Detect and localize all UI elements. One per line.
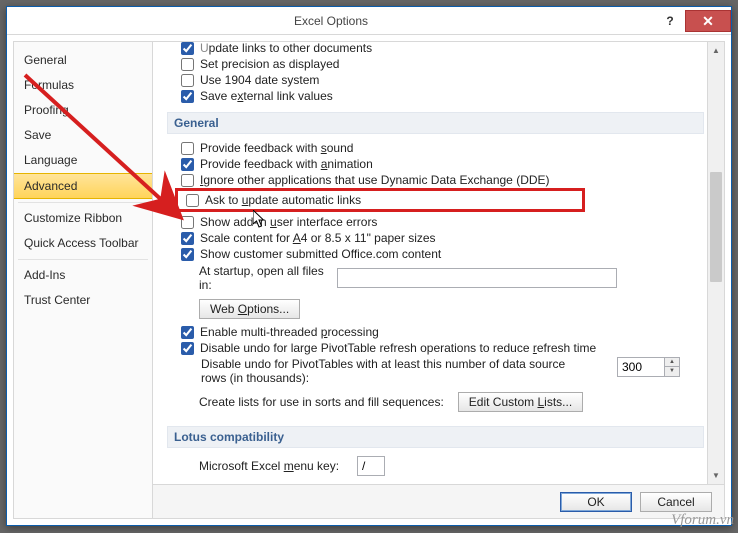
section-general: General — [167, 112, 704, 134]
btn-web-options[interactable]: Web Options... — [199, 299, 300, 319]
sidebar-item-language[interactable]: Language — [14, 148, 152, 173]
sidebar-item-advanced[interactable]: Advanced — [14, 173, 152, 199]
window-title: Excel Options — [7, 14, 655, 28]
section-lotus: Lotus compatibility — [167, 426, 704, 448]
spin-up-icon[interactable]: ▲ — [665, 358, 679, 367]
vertical-scrollbar[interactable]: ▲ ▼ — [707, 42, 724, 484]
lbl-disable-undo-rows: Disable undo for PivotTables with at lea… — [201, 357, 591, 385]
lbl-feedback-sound: Provide feedback with sound — [200, 141, 353, 155]
chk-ask-update-links[interactable] — [186, 194, 199, 207]
close-button[interactable]: ✕ — [685, 10, 731, 32]
lbl-create-lists: Create lists for use in sorts and fill s… — [199, 395, 444, 409]
lbl-use-1904: Use 1904 date system — [200, 73, 319, 87]
sidebar-item-formulas[interactable]: Formulas — [14, 73, 152, 98]
lbl-set-precision: Set precision as displayed — [200, 57, 339, 71]
chk-ignore-dde[interactable] — [181, 174, 194, 187]
scroll-down-icon[interactable]: ▼ — [708, 467, 724, 484]
lbl-ask-update-links: Ask to update automatic links — [205, 193, 361, 207]
input-disable-undo-rows[interactable] — [618, 358, 664, 376]
ok-button[interactable]: OK — [560, 492, 632, 512]
scroll-up-icon[interactable]: ▲ — [708, 42, 724, 59]
highlighted-option: Ask to update automatic links — [175, 188, 585, 212]
sidebar-item-general[interactable]: General — [14, 48, 152, 73]
category-sidebar: General Formulas Proofing Save Language … — [13, 41, 153, 519]
input-menu-key[interactable] — [357, 456, 385, 476]
sidebar-item-proofing[interactable]: Proofing — [14, 98, 152, 123]
chk-enable-multithread[interactable] — [181, 326, 194, 339]
chk-show-addin-errors[interactable] — [181, 216, 194, 229]
spin-down-icon[interactable]: ▼ — [665, 367, 679, 376]
chk-save-external[interactable] — [181, 90, 194, 103]
lbl-show-customer-office: Show customer submitted Office.com conte… — [200, 247, 441, 261]
lbl-startup-files: At startup, open all files in: — [199, 264, 329, 292]
chk-update-links-other-docs[interactable] — [181, 42, 194, 55]
chk-use-1904[interactable] — [181, 74, 194, 87]
btn-edit-custom-lists[interactable]: Edit Custom Lists... — [458, 392, 583, 412]
dialog-button-bar: OK Cancel — [153, 484, 724, 518]
lbl-show-addin-errors: Show add-in user interface errors — [200, 215, 377, 229]
chk-scale-a4[interactable] — [181, 232, 194, 245]
cancel-button[interactable]: Cancel — [640, 492, 712, 512]
lbl-scale-a4: Scale content for A4 or 8.5 x 11" paper … — [200, 231, 436, 245]
sidebar-item-trust-center[interactable]: Trust Center — [14, 288, 152, 313]
lbl-menu-key: Microsoft Excel menu key: — [199, 459, 349, 473]
options-panel: Update links to other documents Set prec… — [153, 41, 725, 519]
chk-feedback-animation[interactable] — [181, 158, 194, 171]
sidebar-item-addins[interactable]: Add-Ins — [14, 263, 152, 288]
lbl-update-links-other-docs: Update links to other documents — [200, 42, 372, 55]
input-startup-files[interactable] — [337, 268, 617, 288]
scroll-thumb[interactable] — [710, 172, 722, 282]
lbl-save-external: Save external link values — [200, 89, 333, 103]
chk-disable-undo-pivot[interactable] — [181, 342, 194, 355]
lbl-disable-undo-pivot: Disable undo for large PivotTable refres… — [200, 341, 596, 355]
lbl-enable-multithread: Enable multi-threaded processing — [200, 325, 379, 339]
lbl-feedback-animation: Provide feedback with animation — [200, 157, 373, 171]
titlebar: Excel Options ? ✕ — [7, 7, 731, 35]
sidebar-item-save[interactable]: Save — [14, 123, 152, 148]
lbl-ignore-dde: Ignore other applications that use Dynam… — [200, 173, 550, 187]
chk-feedback-sound[interactable] — [181, 142, 194, 155]
chk-show-customer-office[interactable] — [181, 248, 194, 261]
sidebar-item-customize-ribbon[interactable]: Customize Ribbon — [14, 206, 152, 231]
spin-disable-undo-rows[interactable]: ▲▼ — [617, 357, 680, 377]
help-button[interactable]: ? — [655, 10, 685, 32]
sidebar-item-qat[interactable]: Quick Access Toolbar — [14, 231, 152, 256]
content-area: Update links to other documents Set prec… — [153, 42, 724, 484]
chk-set-precision[interactable] — [181, 58, 194, 71]
excel-options-dialog: Excel Options ? ✕ General Formulas Proof… — [6, 6, 732, 526]
